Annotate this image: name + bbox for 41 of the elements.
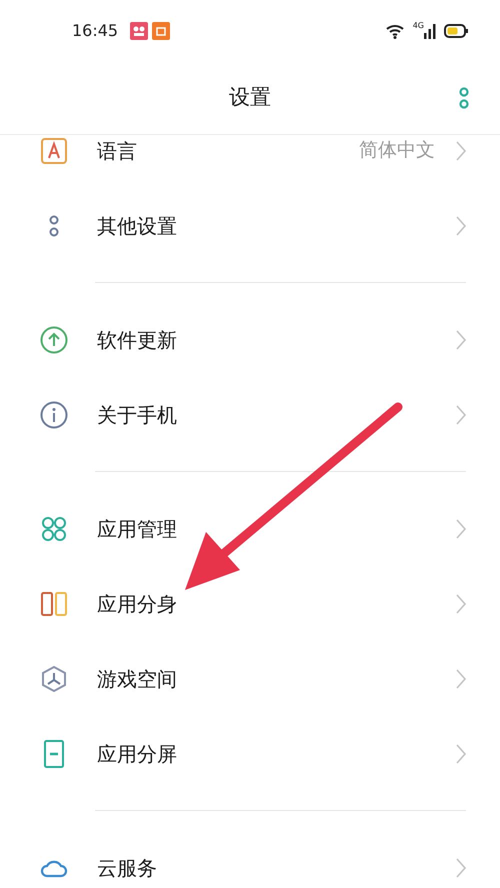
letter-a-icon [39,136,69,166]
settings-row[interactable]: 云服务 [0,830,500,888]
row-label: 软件更新 [97,326,178,354]
hexagon-icon [39,664,69,694]
chevron-right-icon [455,140,467,162]
chevron-right-icon [455,328,467,350]
page-title: 设置 [229,84,271,112]
row-label: 应用分屏 [97,740,178,768]
up-arrow-circle-icon [39,324,69,354]
info-icon [39,400,69,430]
settings-row[interactable]: 应用管理 [0,491,500,566]
row-label: 游戏空间 [97,666,178,692]
row-label: 语言 [97,138,138,164]
chevron-right-icon [455,742,467,764]
row-label: 其他设置 [97,212,178,240]
settings-row[interactable]: 其他设置 [0,188,500,263]
settings-row[interactable]: 语言 简体中文 [0,135,500,188]
row-label: 云服务 [97,854,158,882]
chevron-right-icon [455,404,467,426]
row-label: 关于手机 [97,402,178,428]
settings-row[interactable]: 应用分身 [0,566,500,641]
chevron-right-icon [455,214,467,236]
signal-icon [424,23,436,39]
settings-row[interactable]: 关于手机 [0,377,500,452]
status-time: 16:45 [72,20,118,42]
row-value: 简体中文 [359,138,435,164]
chevron-right-icon [455,592,467,614]
row-label: 应用分身 [97,590,178,618]
chevron-right-icon [455,668,467,690]
chevron-right-icon [455,856,467,878]
app-notification-icon [130,22,148,40]
row-label: 应用管理 [97,516,178,542]
more-options-icon[interactable] [458,86,470,110]
settings-row[interactable]: 应用分屏 [0,716,500,791]
app-notification-icon [152,22,170,40]
battery-icon [444,24,468,38]
wifi-icon [384,23,405,39]
settings-row[interactable]: 软件更新 [0,302,500,377]
chevron-right-icon [455,518,467,540]
network-type: 4G [412,22,424,30]
settings-row[interactable]: 游戏空间 [0,641,500,716]
